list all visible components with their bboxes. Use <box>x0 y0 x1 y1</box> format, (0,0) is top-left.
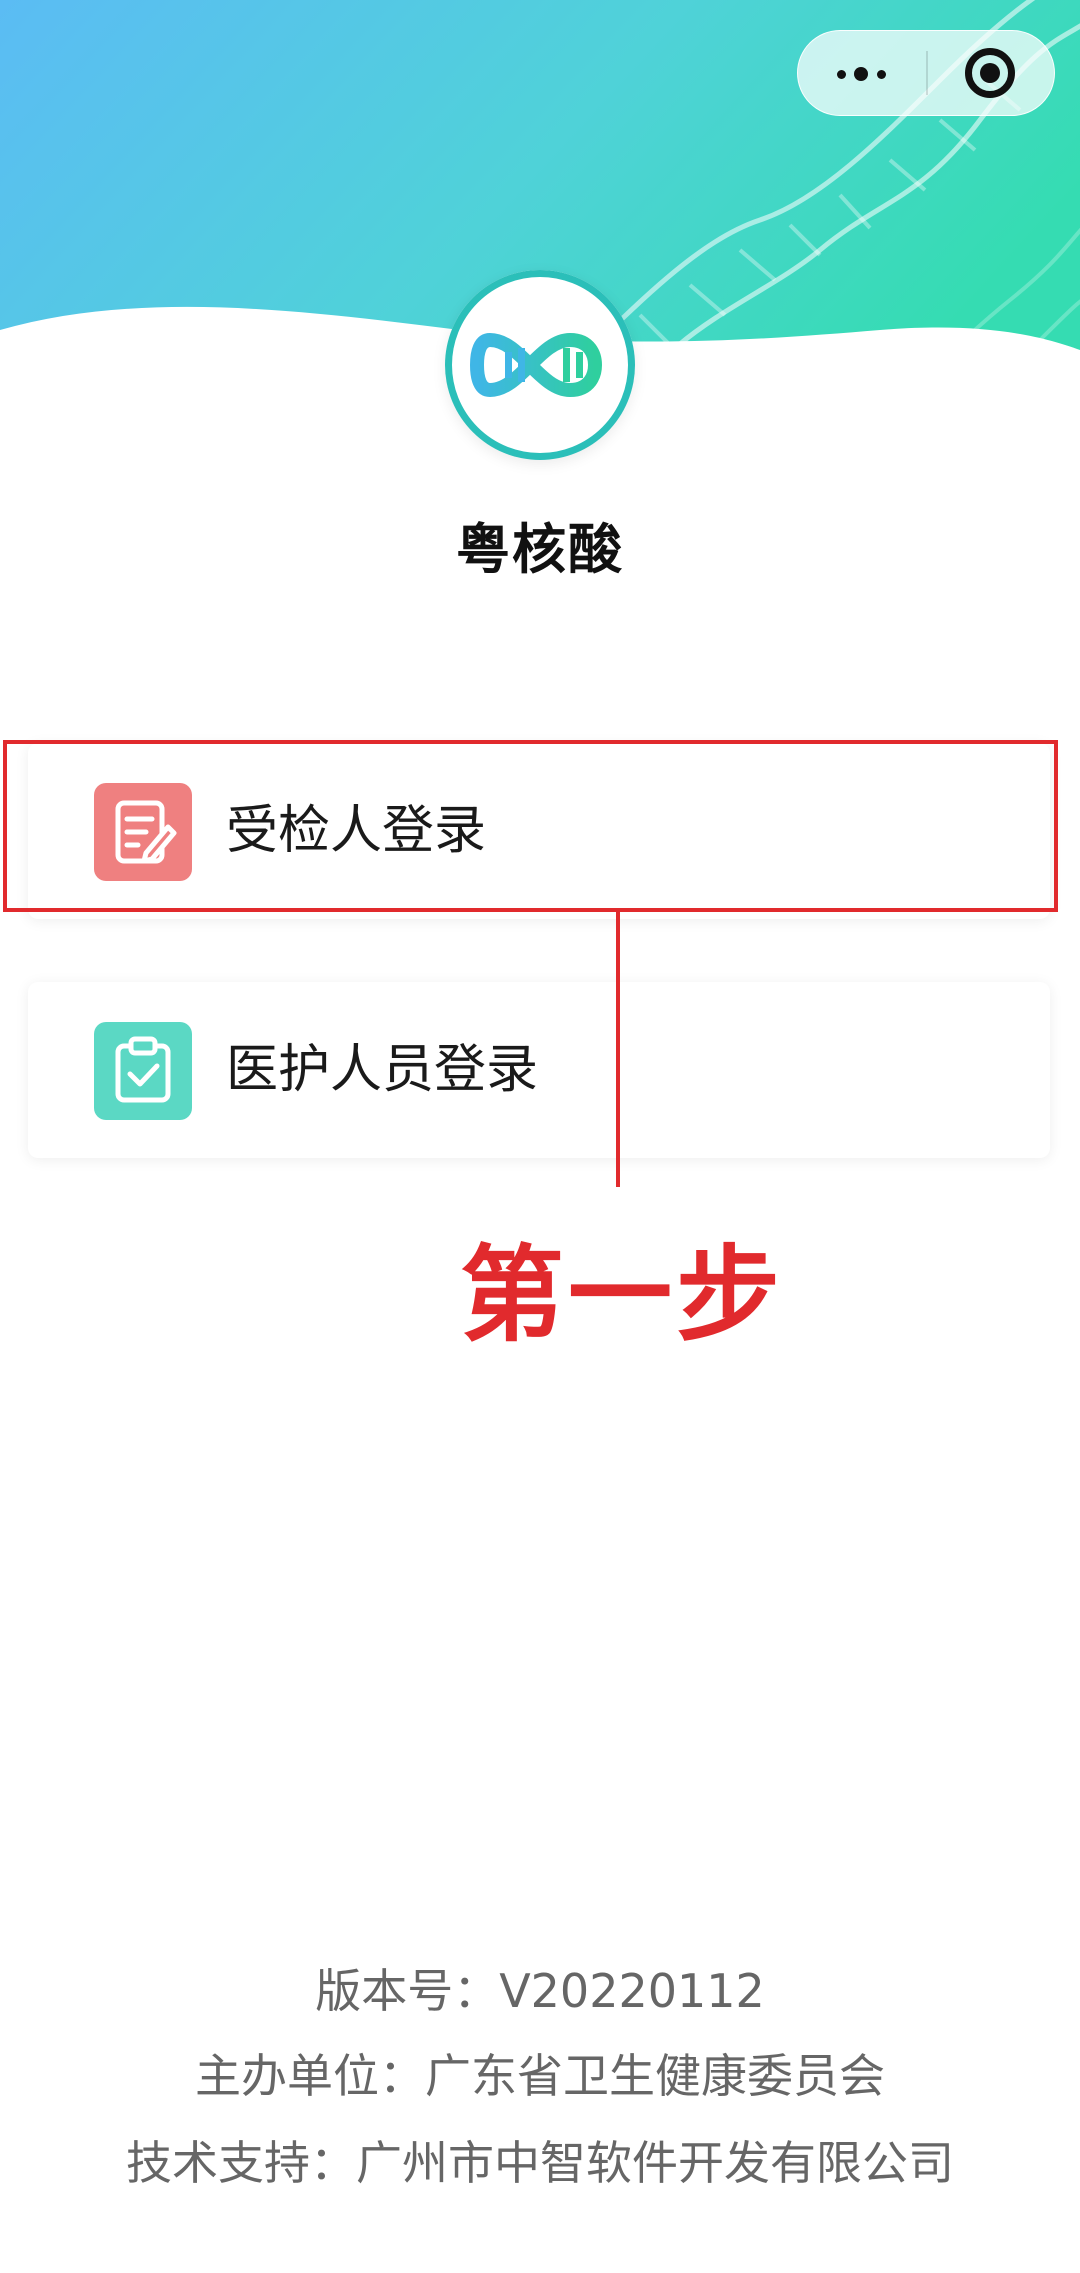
clipboard-check-icon <box>94 1022 192 1120</box>
annotation-step-text: 第一步 <box>460 1234 785 1356</box>
app-logo-icon <box>445 270 635 460</box>
footer-support: 技术支持：广州市中智软件开发有限公司 <box>126 2136 954 2190</box>
annotation-pointer-line <box>616 912 620 1187</box>
app-title: 粤核酸 <box>456 518 624 581</box>
medical-staff-login-button[interactable]: 医护人员登录 <box>28 982 1050 1158</box>
target-close-icon[interactable] <box>928 31 1054 115</box>
medical-staff-login-label: 医护人员登录 <box>226 1040 539 1100</box>
capsule-menu <box>797 30 1055 116</box>
more-dots-icon[interactable] <box>798 31 926 115</box>
footer-version: 版本号：V20220112 <box>315 1964 765 2018</box>
footer-organizer: 主办单位：广东省卫生健康委员会 <box>195 2049 885 2103</box>
annotation-highlight-box <box>3 740 1058 912</box>
